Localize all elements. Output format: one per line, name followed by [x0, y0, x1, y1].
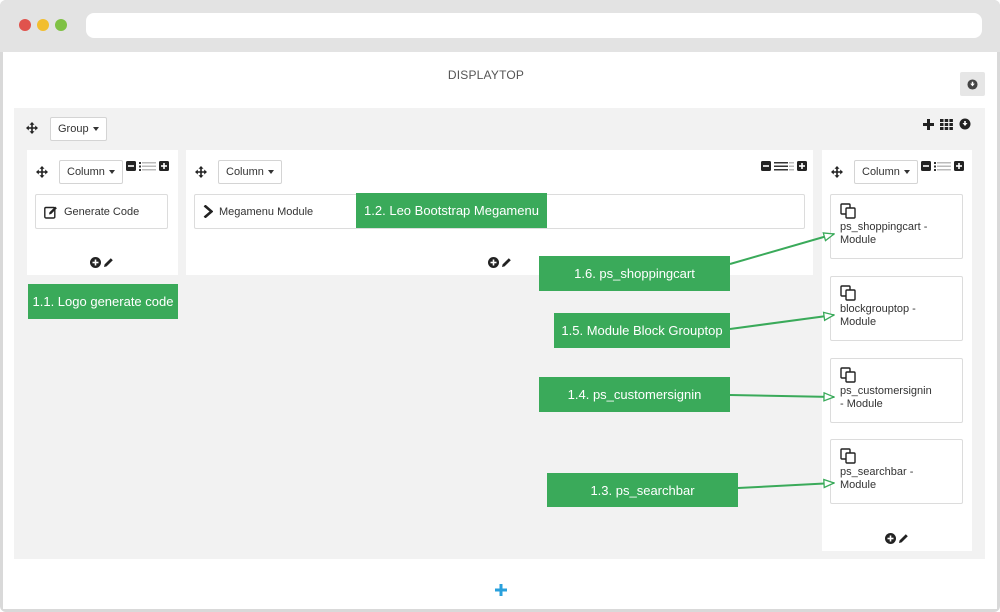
module-type: Module: [840, 234, 877, 246]
callout-label: 1.5. Module Block Grouptop: [561, 323, 723, 338]
list-icon[interactable]: [139, 161, 156, 171]
minimize-window-dot[interactable]: [37, 19, 49, 31]
module-name: ps_customersignin: [840, 385, 932, 397]
column-dropdown[interactable]: Column: [854, 160, 918, 184]
list-icon[interactable]: [934, 161, 951, 171]
widget-label: Generate Code: [64, 205, 140, 218]
caret-down-icon: [267, 170, 274, 174]
group-dropdown[interactable]: Group: [50, 117, 107, 141]
move-group-icon[interactable]: [26, 122, 38, 134]
callout-megamenu: 1.2. Leo Bootstrap Megamenu: [356, 193, 547, 228]
chevron-right-icon: [203, 205, 213, 218]
grid-icon[interactable]: [940, 118, 953, 130]
module-name: ps_shoppingcart -: [840, 221, 928, 233]
add-widget-icon[interactable]: [488, 257, 499, 268]
pencil-icon[interactable]: [898, 533, 909, 544]
plus-icon[interactable]: [923, 118, 934, 130]
widget-label: Megamenu Module: [219, 205, 314, 218]
circle-down-icon: [967, 78, 978, 90]
pencil-icon[interactable]: [501, 257, 512, 268]
edit-icon: [44, 206, 57, 219]
callout-label: 1.6. ps_shoppingcart: [574, 266, 695, 281]
move-column-icon[interactable]: [36, 166, 48, 178]
callout-label: 1.4. ps_customersignin: [567, 387, 702, 402]
collapse-hook-button[interactable]: [960, 72, 985, 96]
module-name: ps_searchbar -: [840, 466, 914, 478]
group-toolbar: [923, 118, 971, 130]
maximize-window-dot[interactable]: [55, 19, 67, 31]
callout-label: 1.3. ps_searchbar: [590, 482, 695, 498]
column-modules: Column ps_shoppingcart - Module blockgro…: [822, 150, 972, 551]
module-name: blockgrouptop -: [840, 303, 916, 315]
minus-square-icon[interactable]: [921, 161, 931, 171]
column-logo: Column Generate Code: [27, 150, 178, 275]
page-viewport: DISPLAYTOP Group Column Generate Code Co…: [3, 52, 997, 609]
browser-titlebar: [0, 0, 1000, 52]
module-type: Module: [840, 316, 877, 328]
minus-square-icon[interactable]: [761, 161, 771, 171]
plus-square-icon[interactable]: [797, 161, 807, 171]
caret-down-icon: [903, 170, 910, 174]
callout-label: 1.2. Leo Bootstrap Megamenu: [364, 203, 539, 218]
generate-code-widget[interactable]: Generate Code: [35, 194, 168, 229]
column-footer-actions: [90, 257, 114, 268]
copy-icon: [840, 367, 856, 383]
column-dropdown-label: Column: [67, 166, 105, 178]
hook-title: DISPLAYTOP: [447, 68, 525, 82]
column-dropdown-label: Column: [862, 166, 900, 178]
group-dropdown-label: Group: [58, 123, 89, 135]
callout-grouptop: 1.5. Module Block Grouptop: [554, 313, 730, 348]
plus-square-icon[interactable]: [954, 161, 964, 171]
pencil-icon[interactable]: [103, 257, 114, 268]
module-type: - Module: [840, 398, 883, 410]
circle-down-icon[interactable]: [959, 118, 971, 130]
module-card-shoppingcart[interactable]: ps_shoppingcart - Module: [830, 194, 963, 259]
column-toolbar: [761, 161, 807, 171]
plus-square-icon[interactable]: [159, 161, 169, 171]
copy-icon: [840, 448, 856, 464]
column-dropdown[interactable]: Column: [218, 160, 282, 184]
column-footer-actions: [885, 533, 909, 544]
add-widget-icon[interactable]: [90, 257, 101, 268]
list-icon[interactable]: [774, 161, 794, 171]
column-toolbar: [921, 161, 964, 171]
minus-square-icon[interactable]: [126, 161, 136, 171]
module-type: Module: [840, 479, 877, 491]
group-container: Group Column Generate Code Column Megame…: [14, 108, 985, 559]
column-footer-actions: [488, 257, 512, 268]
module-card-searchbar[interactable]: ps_searchbar - Module: [830, 439, 963, 504]
column-dropdown-label: Column: [226, 166, 264, 178]
callout-searchbar: 1.3. ps_searchbar: [547, 473, 738, 507]
copy-icon: [840, 285, 856, 301]
module-card-blockgrouptop[interactable]: blockgrouptop - Module: [830, 276, 963, 341]
copy-icon: [840, 203, 856, 219]
callout-logo: 1.1. Logo generate code: [28, 284, 178, 319]
callout-shoppingcart: 1.6. ps_shoppingcart: [539, 256, 730, 291]
column-toolbar: [126, 161, 169, 171]
caret-down-icon: [92, 127, 99, 131]
callout-customersignin: 1.4. ps_customersignin: [539, 377, 730, 412]
move-column-icon[interactable]: [831, 166, 843, 178]
caret-down-icon: [108, 170, 115, 174]
callout-label: 1.1. Logo generate code: [32, 294, 174, 309]
close-window-dot[interactable]: [19, 19, 31, 31]
move-column-icon[interactable]: [195, 166, 207, 178]
add-widget-icon[interactable]: [885, 533, 896, 544]
add-group-icon[interactable]: [495, 584, 507, 596]
column-dropdown[interactable]: Column: [59, 160, 123, 184]
address-bar[interactable]: [86, 13, 982, 38]
module-card-customersignin[interactable]: ps_customersignin - Module: [830, 358, 963, 423]
browser-window: DISPLAYTOP Group Column Generate Code Co…: [0, 0, 1000, 612]
